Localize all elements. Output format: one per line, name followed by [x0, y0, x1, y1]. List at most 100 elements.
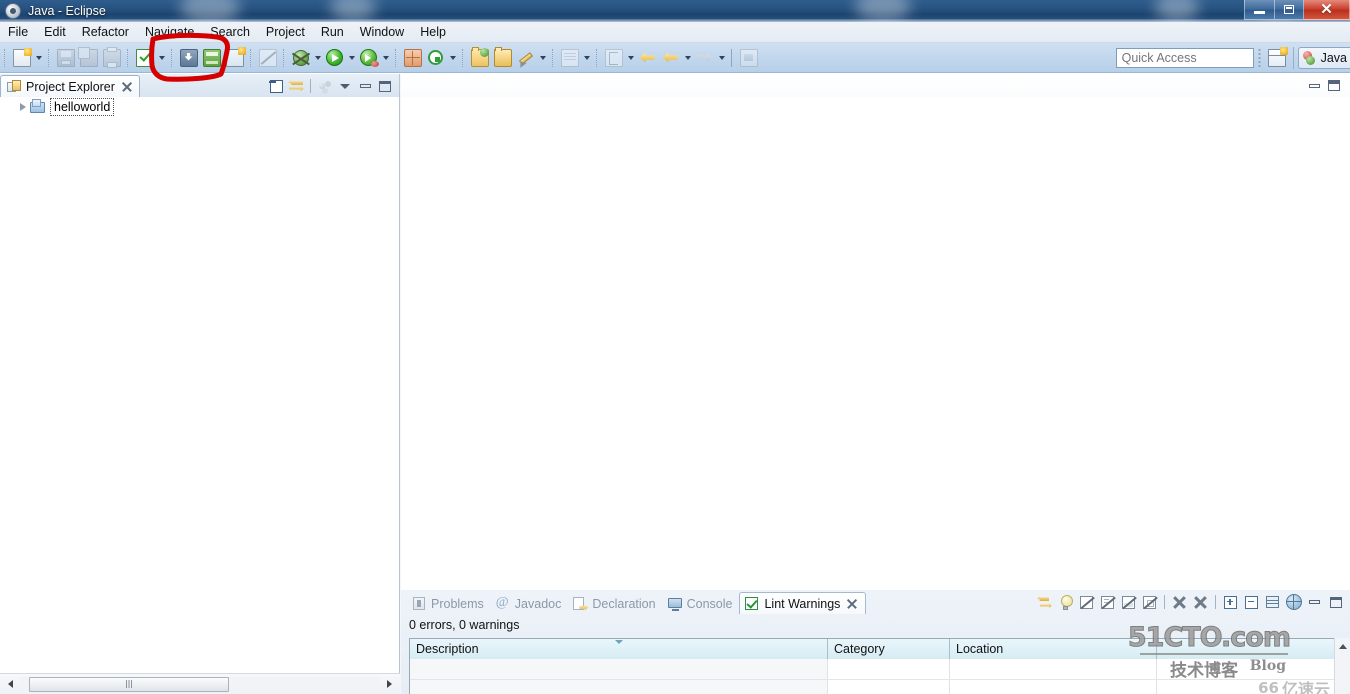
debug-dropdown-arrow[interactable]	[312, 47, 323, 69]
new-android-xml-button[interactable]	[402, 47, 423, 69]
menu-file[interactable]: File	[0, 23, 36, 41]
android-virtual-device-manager-button[interactable]	[201, 47, 222, 69]
suppress-file-button[interactable]	[1098, 593, 1117, 611]
annotation-button[interactable]	[738, 47, 759, 69]
search-dropdown-arrow[interactable]	[537, 47, 548, 69]
editor-empty-canvas[interactable]	[403, 97, 1350, 590]
run-dropdown-arrow[interactable]	[346, 47, 357, 69]
tab-declaration[interactable]: Declaration	[568, 593, 662, 614]
check-button[interactable]	[134, 47, 155, 69]
debug-button[interactable]	[290, 47, 311, 69]
collapse-all-button[interactable]	[1242, 593, 1261, 611]
print-button[interactable]	[101, 46, 122, 69]
cell-description	[410, 680, 828, 694]
previous-annotation-dropdown-arrow[interactable]	[625, 47, 636, 69]
toggle-breakpoint-button[interactable]	[257, 47, 278, 69]
tab-lint-warnings[interactable]: Lint Warnings	[739, 592, 867, 614]
columns-button[interactable]	[1263, 593, 1282, 611]
quick-fix-button[interactable]	[1056, 593, 1075, 611]
ddms-button[interactable]	[425, 47, 446, 69]
back-button[interactable]	[637, 47, 658, 69]
suppress-project-button[interactable]	[1119, 593, 1138, 611]
next-annotation-dropdown-arrow[interactable]	[581, 47, 592, 69]
scroll-right-icon[interactable]	[381, 676, 398, 693]
quick-access-input[interactable]	[1116, 48, 1253, 67]
chevron-right-icon[interactable]	[16, 100, 30, 114]
menu-edit[interactable]: Edit	[36, 23, 74, 41]
open-type-button[interactable]	[492, 46, 513, 69]
forward-dropdown-arrow[interactable]	[716, 47, 727, 69]
project-explorer-hscrollbar[interactable]	[0, 673, 400, 694]
minimize-editor-button[interactable]	[1305, 77, 1323, 95]
new-dropdown-arrow[interactable]	[33, 47, 44, 69]
menu-run[interactable]: Run	[313, 23, 352, 41]
open-perspective-button[interactable]	[1267, 46, 1289, 69]
suppress-type-button[interactable]	[1140, 593, 1159, 611]
column-header-location[interactable]: Location	[950, 639, 1157, 659]
tab-console[interactable]: Console	[663, 593, 740, 614]
toolbar-drag-grip[interactable]	[1256, 46, 1263, 69]
hscroll-thumb[interactable]	[29, 676, 229, 692]
minimize-panel-button[interactable]	[1305, 593, 1324, 611]
link-with-editor-button[interactable]	[287, 77, 305, 95]
suppress-this-button[interactable]	[1077, 593, 1096, 611]
configure-button[interactable]	[1284, 593, 1303, 611]
close-icon[interactable]	[121, 81, 133, 93]
lint-table-vscrollbar[interactable]	[1334, 638, 1350, 694]
view-options-button[interactable]	[316, 77, 334, 95]
run-external-icon	[360, 49, 379, 67]
close-button[interactable]: ✕	[1304, 0, 1350, 20]
android-sdk-manager-button[interactable]	[178, 47, 199, 69]
close-icon[interactable]	[846, 598, 858, 610]
view-menu-button[interactable]	[336, 77, 354, 95]
expand-all-button[interactable]	[1221, 593, 1240, 611]
ignore-button[interactable]	[1170, 593, 1189, 611]
tab-javadoc[interactable]: Javadoc	[491, 593, 569, 614]
tab-problems[interactable]: Problems	[407, 593, 491, 614]
forward-button[interactable]	[694, 47, 715, 69]
menu-window[interactable]: Window	[352, 23, 412, 41]
next-annotation-button[interactable]	[559, 47, 580, 69]
menu-refactor[interactable]: Refactor	[74, 23, 137, 41]
save-button[interactable]	[55, 47, 76, 69]
save-all-button[interactable]	[77, 46, 99, 69]
menu-project[interactable]: Project	[258, 23, 313, 41]
hscroll-track[interactable]	[21, 676, 379, 692]
quick-access-field[interactable]	[1115, 47, 1254, 68]
collapse-all-button[interactable]	[267, 77, 285, 95]
maximize-button[interactable]	[1274, 0, 1304, 20]
column-header-category[interactable]: Category	[828, 639, 950, 659]
check-dropdown-arrow[interactable]	[156, 47, 167, 69]
new-android-project-button[interactable]	[224, 46, 246, 69]
forward-nav-button[interactable]	[660, 47, 681, 69]
menu-help[interactable]: Help	[412, 23, 454, 41]
minimize-button[interactable]	[1244, 0, 1274, 20]
refresh-lint-button[interactable]	[1035, 593, 1054, 611]
scroll-left-icon[interactable]	[2, 676, 19, 693]
previous-annotation-button[interactable]	[603, 47, 624, 69]
run-external-tools-button[interactable]	[358, 47, 379, 69]
ignore-all-button[interactable]	[1191, 593, 1210, 611]
new-java-package-button[interactable]	[469, 46, 490, 69]
new-button[interactable]	[11, 47, 32, 69]
perspective-java-button[interactable]: Java	[1297, 46, 1350, 69]
lint-status-text: 0 errors, 0 warnings	[409, 618, 520, 632]
tree-item-helloworld[interactable]: helloworld	[0, 97, 399, 117]
console-icon	[667, 597, 683, 611]
tab-project-explorer[interactable]: Project Explorer	[0, 75, 140, 97]
ddms-dropdown-arrow[interactable]	[447, 47, 458, 69]
maximize-panel-button[interactable]	[1326, 593, 1345, 611]
column-header-description[interactable]: Description	[410, 639, 828, 659]
menu-search[interactable]: Search	[202, 23, 258, 41]
table-row[interactable]	[410, 680, 1347, 694]
maximize-editor-button[interactable]	[1325, 77, 1343, 95]
minimize-view-button[interactable]	[356, 77, 374, 95]
run-button[interactable]	[324, 47, 345, 69]
run-external-dropdown-arrow[interactable]	[380, 47, 391, 69]
back-dropdown-arrow[interactable]	[682, 47, 693, 69]
maximize-view-button[interactable]	[376, 77, 394, 95]
search-button[interactable]	[515, 47, 536, 69]
table-row[interactable]	[410, 659, 1347, 680]
menu-navigate[interactable]: Navigate	[137, 23, 202, 41]
scroll-up-icon[interactable]	[1336, 639, 1350, 653]
